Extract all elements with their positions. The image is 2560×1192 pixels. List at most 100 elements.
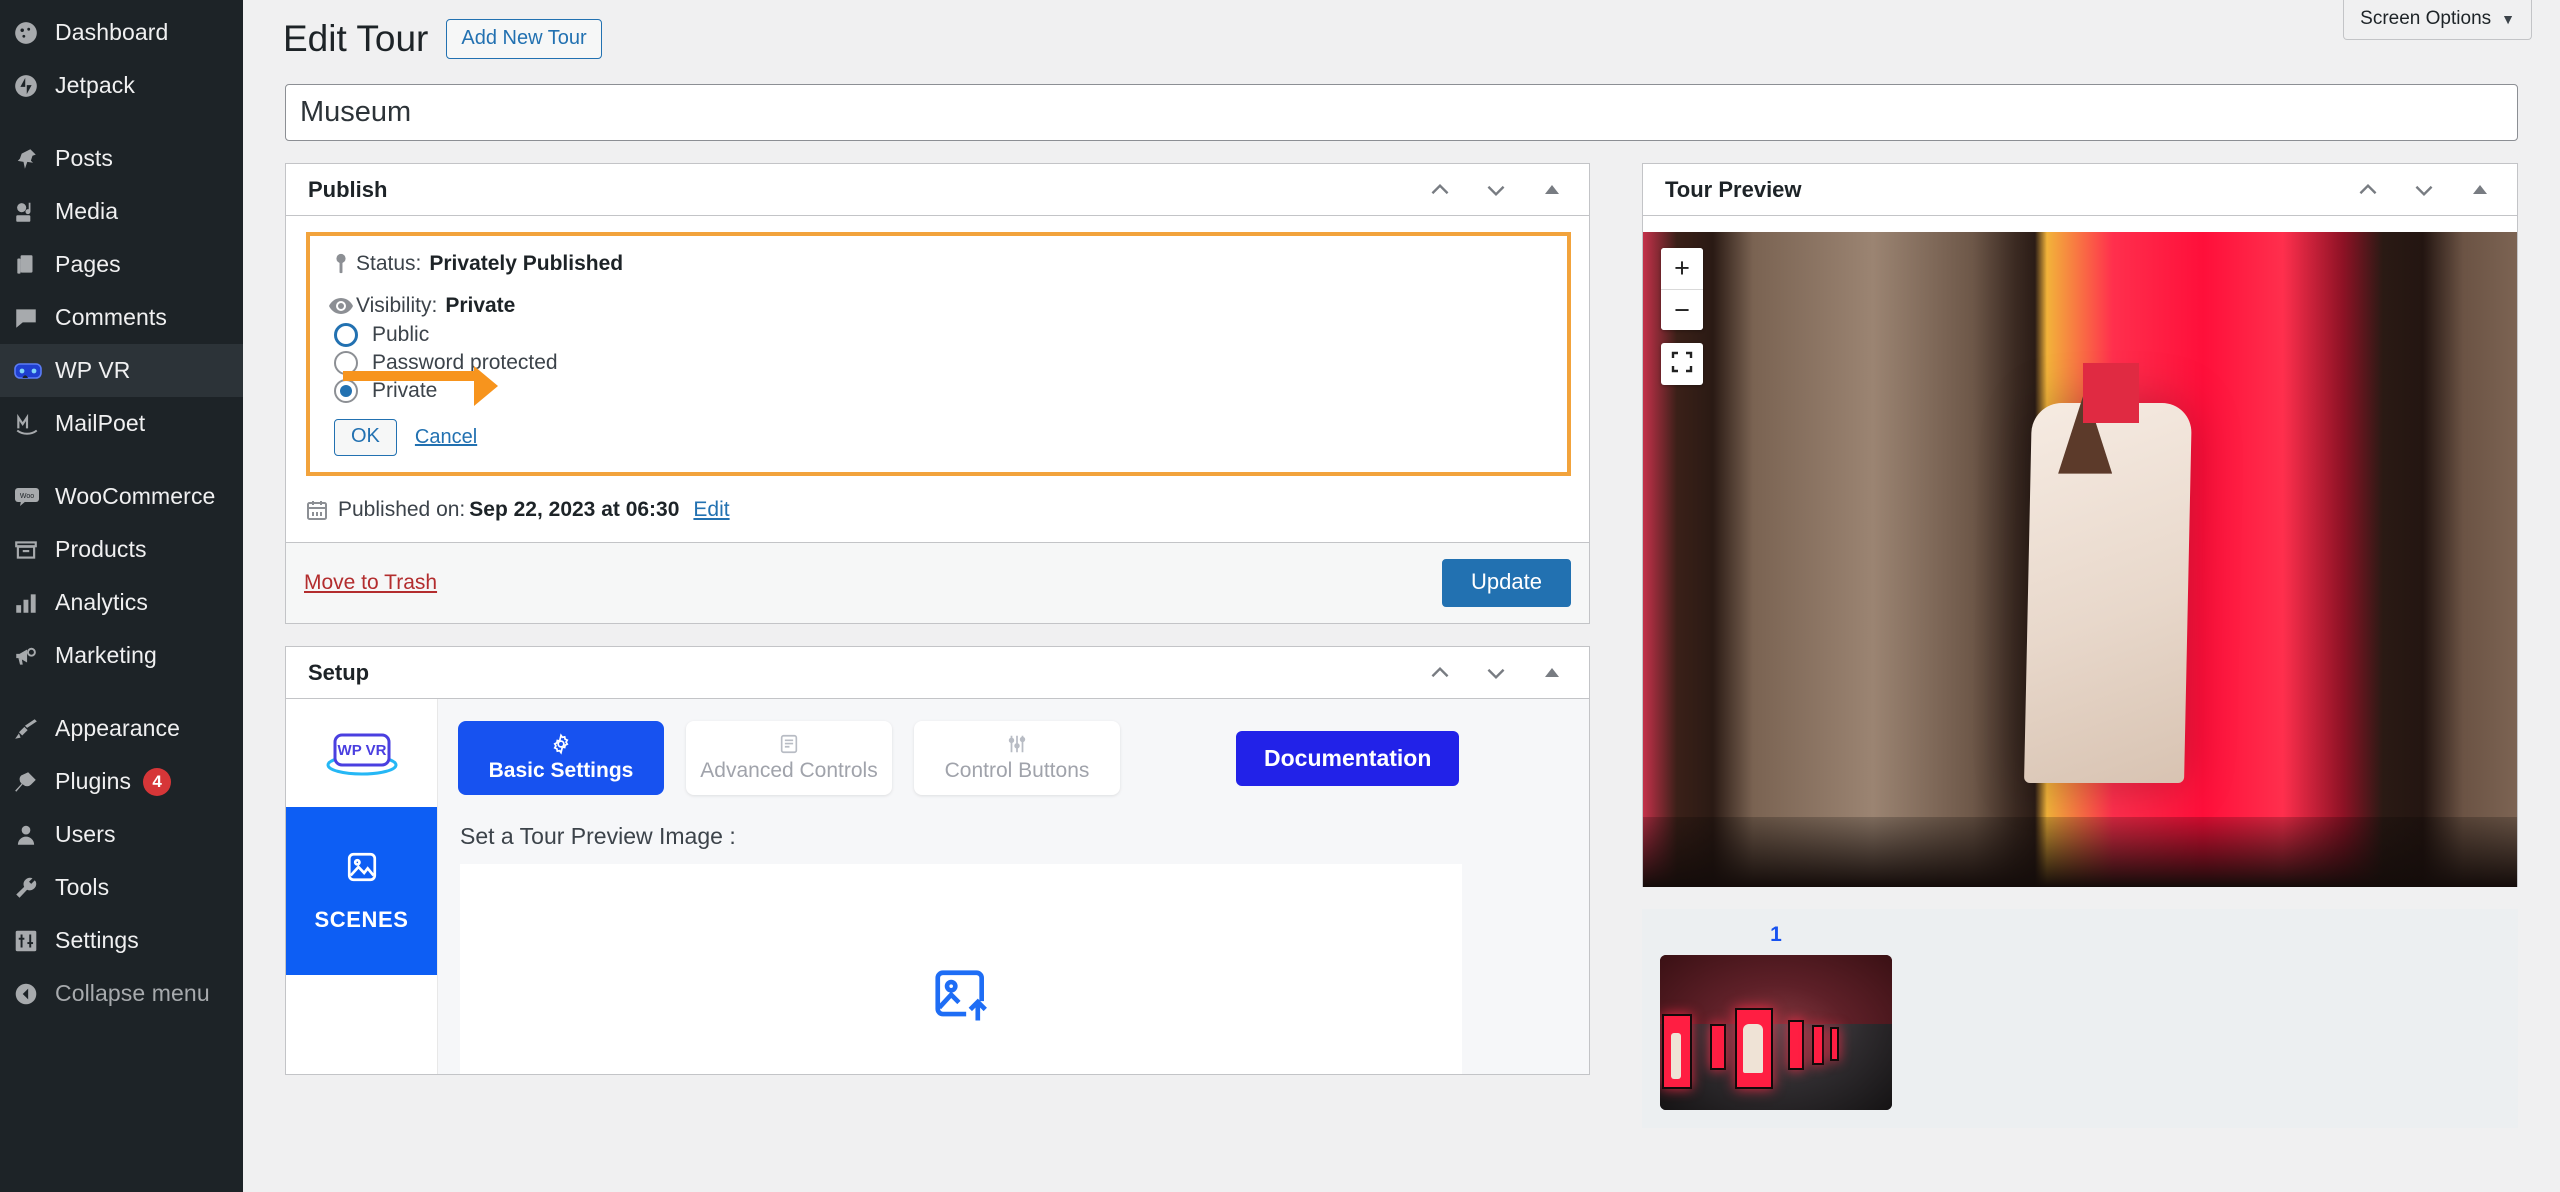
tour-preview-panel: Tour Preview bbox=[1642, 163, 2518, 887]
sidebar-item-dashboard[interactable]: Dashboard bbox=[0, 6, 243, 59]
woocommerce-icon: Woo bbox=[13, 484, 51, 510]
thumb-floor bbox=[1660, 1024, 1892, 1111]
eye-icon bbox=[326, 297, 356, 315]
sidebar-item-label: Settings bbox=[51, 927, 139, 954]
ok-button[interactable]: OK bbox=[334, 419, 397, 456]
sliders-icon bbox=[1006, 733, 1028, 755]
move-down-button[interactable] bbox=[1475, 652, 1517, 694]
thumb-case bbox=[1788, 1020, 1804, 1070]
toggle-panel-button[interactable] bbox=[1531, 169, 1573, 211]
move-down-button[interactable] bbox=[1475, 169, 1517, 211]
user-icon bbox=[13, 822, 51, 848]
published-label: Published on: bbox=[338, 498, 465, 522]
wpvr-logo: WP VR bbox=[286, 699, 437, 807]
scene-number: 1 bbox=[1660, 923, 1892, 947]
svg-text:Woo: Woo bbox=[20, 493, 34, 500]
move-to-trash-link[interactable]: Move to Trash bbox=[304, 571, 437, 595]
documentation-button[interactable]: Documentation bbox=[1236, 731, 1459, 786]
setup-sidenav: WP VR SCENES bbox=[286, 699, 438, 1074]
sidebar-item-comments[interactable]: Comments bbox=[0, 291, 243, 344]
panel-actions bbox=[1419, 652, 1573, 694]
sidebar-item-pages[interactable]: Pages bbox=[0, 238, 243, 291]
sidebar-item-mailpoet[interactable]: MailPoet bbox=[0, 397, 243, 450]
sidebar-item-label: MailPoet bbox=[51, 410, 145, 437]
screen-options-button[interactable]: Screen Options ▼ bbox=[2343, 0, 2532, 40]
radio-public[interactable] bbox=[334, 323, 358, 347]
sidebar-item-label: Users bbox=[51, 821, 116, 848]
cancel-link[interactable]: Cancel bbox=[415, 426, 477, 449]
sidebar-item-jetpack[interactable]: Jetpack bbox=[0, 59, 243, 112]
visibility-option-password-protected[interactable]: Password protected bbox=[334, 351, 1549, 375]
tab-basic-settings[interactable]: Basic Settings bbox=[458, 721, 664, 795]
right-column: Tour Preview bbox=[1642, 163, 2518, 1128]
main-content: Screen Options ▼ Edit Tour Add New Tour … bbox=[243, 0, 2560, 1192]
setup-panel-header: Setup bbox=[286, 647, 1589, 699]
tab-control-buttons[interactable]: Control Buttons bbox=[914, 721, 1120, 795]
toggle-panel-button[interactable] bbox=[2459, 169, 2501, 211]
move-down-button[interactable] bbox=[2403, 169, 2445, 211]
move-up-button[interactable] bbox=[1419, 652, 1461, 694]
scene-thumbnail[interactable] bbox=[1660, 955, 1892, 1110]
scene-item: 1 bbox=[1660, 923, 1892, 1110]
zoom-in-button[interactable]: + bbox=[1661, 248, 1703, 289]
fullscreen-icon bbox=[1671, 351, 1693, 378]
sidebar-item-posts[interactable]: Posts bbox=[0, 132, 243, 185]
tab-advanced-controls[interactable]: Advanced Controls bbox=[686, 721, 892, 795]
vr-goggles-icon bbox=[13, 358, 51, 384]
scenes-tab[interactable]: SCENES bbox=[286, 807, 437, 975]
sidebar-item-label: Posts bbox=[51, 145, 113, 172]
plugins-update-badge: 4 bbox=[143, 768, 171, 796]
toggle-panel-button[interactable] bbox=[1531, 652, 1573, 694]
panorama-viewer[interactable]: + − bbox=[1643, 232, 2517, 887]
sidebar-item-label: Pages bbox=[51, 251, 121, 278]
update-button[interactable]: Update bbox=[1442, 559, 1571, 607]
sidebar-item-products[interactable]: Products bbox=[0, 523, 243, 576]
sidebar-item-marketing[interactable]: Marketing bbox=[0, 629, 243, 682]
sidebar-item-woocommerce[interactable]: Woo WooCommerce bbox=[0, 470, 243, 523]
image-icon bbox=[345, 850, 379, 889]
sidebar-item-label: Jetpack bbox=[51, 72, 135, 99]
sidebar-item-tools[interactable]: Tools bbox=[0, 861, 243, 914]
status-row: Status: Privately Published bbox=[326, 252, 1549, 276]
mailpoet-icon bbox=[13, 411, 51, 437]
publish-panel-title: Publish bbox=[308, 177, 387, 203]
tour-preview-image-dropzone[interactable] bbox=[460, 864, 1462, 1074]
visibility-option-public[interactable]: Public bbox=[334, 323, 1549, 347]
svg-text:WP VR: WP VR bbox=[337, 742, 386, 759]
sidebar-item-settings[interactable]: Settings bbox=[0, 914, 243, 967]
radio-private[interactable] bbox=[334, 379, 358, 403]
tour-title-input[interactable] bbox=[285, 84, 2518, 141]
published-on-row: Published on: Sep 22, 2023 at 06:30 Edit bbox=[302, 484, 1573, 542]
sidebar-item-label: Appearance bbox=[51, 715, 180, 742]
admin-sidebar: Dashboard Jetpack Posts Media Page bbox=[0, 0, 243, 1192]
tour-preview-header: Tour Preview bbox=[1643, 164, 2517, 216]
sidebar-item-appearance[interactable]: Appearance bbox=[0, 702, 243, 755]
key-icon bbox=[326, 253, 356, 275]
sidebar-item-label: WP VR bbox=[51, 357, 130, 384]
sidebar-item-analytics[interactable]: Analytics bbox=[0, 576, 243, 629]
sidebar-item-media[interactable]: Media bbox=[0, 185, 243, 238]
sidebar-item-label: Dashboard bbox=[51, 19, 168, 46]
page-title: Edit Tour bbox=[283, 17, 428, 61]
viewer-controls: + − bbox=[1661, 248, 1703, 385]
setup-tabs: Basic Settings Advanced Controls bbox=[438, 699, 1589, 817]
sliders-icon bbox=[13, 928, 51, 954]
sidebar-item-collapse-menu[interactable]: Collapse menu bbox=[0, 967, 243, 1020]
publish-footer: Move to Trash Update bbox=[286, 542, 1589, 623]
add-new-tour-button[interactable]: Add New Tour bbox=[446, 19, 601, 59]
sidebar-item-plugins[interactable]: Plugins 4 bbox=[0, 755, 243, 808]
edit-date-link[interactable]: Edit bbox=[693, 498, 729, 522]
move-up-button[interactable] bbox=[1419, 169, 1461, 211]
visibility-option-private[interactable]: Private bbox=[334, 379, 1549, 403]
zoom-out-button[interactable]: − bbox=[1661, 289, 1703, 330]
sidebar-item-users[interactable]: Users bbox=[0, 808, 243, 861]
panel-actions bbox=[1419, 169, 1573, 211]
comments-icon bbox=[13, 305, 51, 331]
move-up-button[interactable] bbox=[2347, 169, 2389, 211]
sidebar-item-wp-vr[interactable]: WP VR bbox=[0, 344, 243, 397]
calendar-icon bbox=[306, 499, 338, 521]
sidebar-item-label: Plugins bbox=[51, 768, 131, 795]
sidebar-item-label: Products bbox=[51, 536, 147, 563]
fullscreen-button[interactable] bbox=[1661, 343, 1703, 385]
thumb-garment bbox=[1671, 1033, 1681, 1080]
